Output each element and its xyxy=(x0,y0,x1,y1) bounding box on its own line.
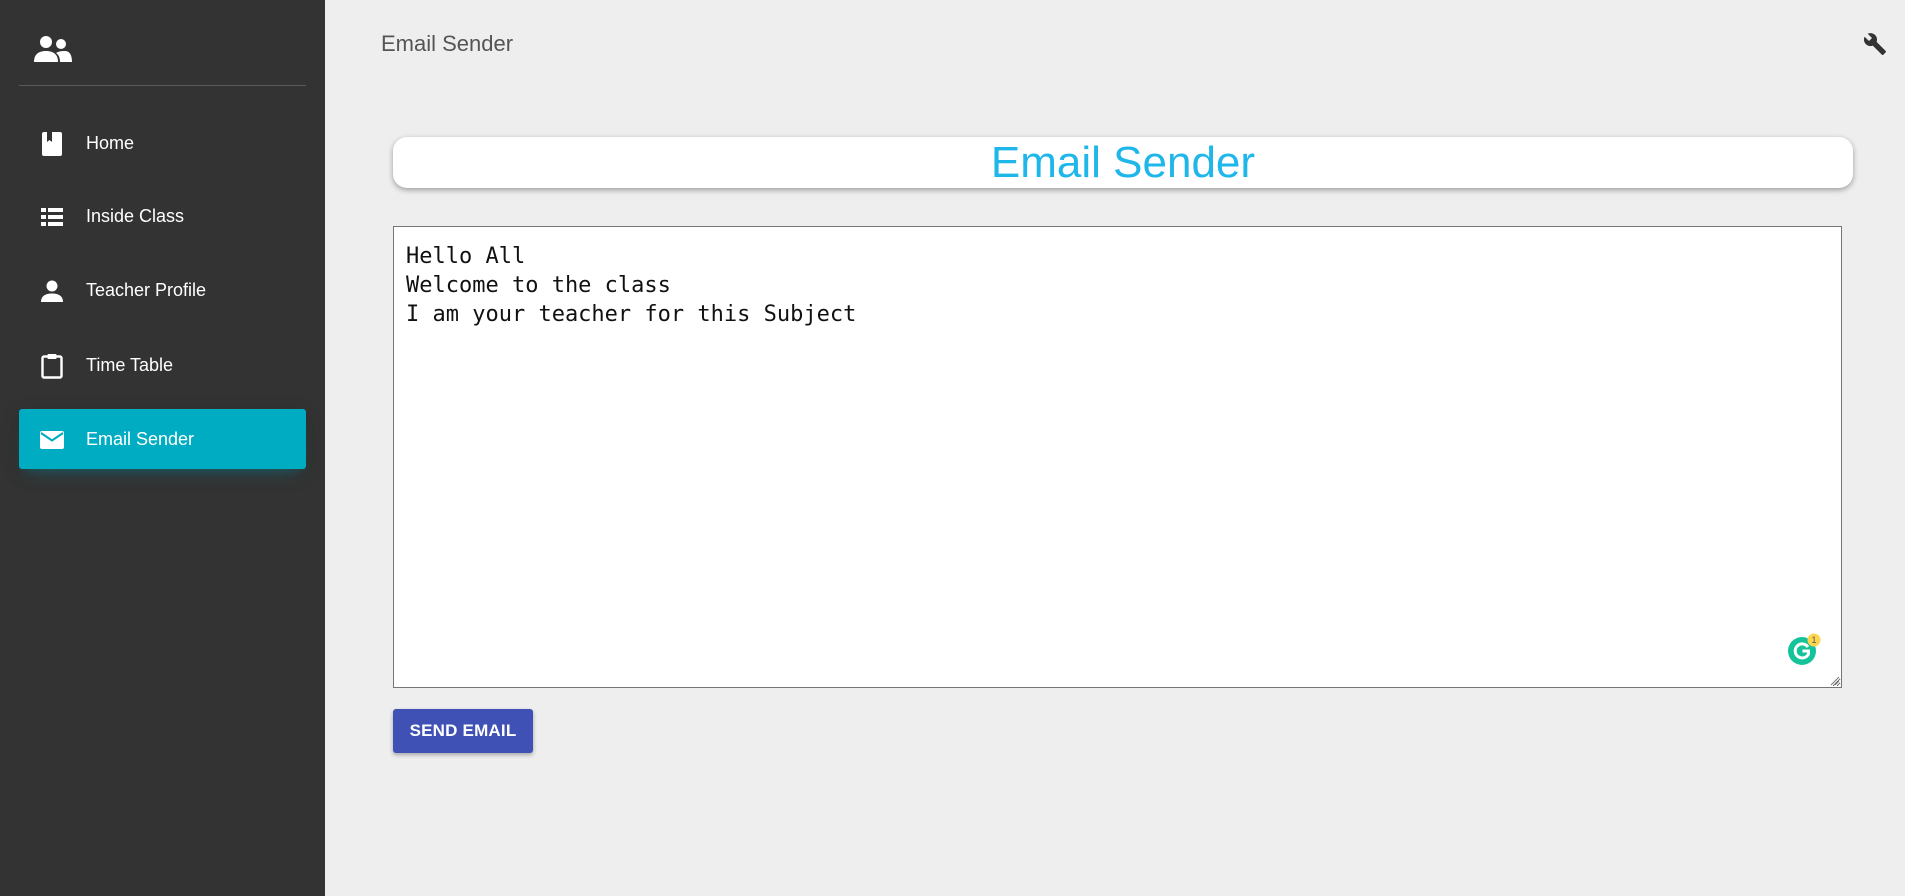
sidebar-item-home[interactable]: Home xyxy=(19,113,306,173)
people-icon xyxy=(34,36,72,62)
sidebar-item-label: Inside Class xyxy=(86,206,185,226)
email-message-textarea[interactable]: Hello All Welcome to the class I am your… xyxy=(393,226,1842,688)
page-title: Email Sender xyxy=(381,31,514,56)
sidebar: Home Inside Class Teacher Profile Time T… xyxy=(0,0,325,896)
person-icon xyxy=(41,280,63,302)
send-email-button[interactable]: SEND EMAIL xyxy=(393,709,533,753)
sidebar-item-time-table[interactable]: Time Table xyxy=(19,335,306,395)
sidebar-item-label: Email Sender xyxy=(86,429,195,449)
email-sender-header: Email Sender xyxy=(393,137,1853,188)
sidebar-logo xyxy=(19,18,306,86)
message-line: Hello All xyxy=(406,244,526,269)
grammarly-icon[interactable]: 1 xyxy=(1787,633,1821,667)
grammarly-badge-count: 1 xyxy=(1811,635,1816,645)
message-line: I am your teacher for this Subject xyxy=(406,302,857,327)
message-line: Welcome to the class xyxy=(406,273,671,298)
sidebar-item-label: Home xyxy=(86,133,135,153)
sidebar-item-teacher-profile[interactable]: Teacher Profile xyxy=(19,260,306,320)
sidebar-item-label: Time Table xyxy=(86,355,174,375)
sidebar-item-email-sender[interactable]: Email Sender xyxy=(19,409,306,469)
mail-icon xyxy=(40,431,64,449)
list-icon xyxy=(41,208,63,226)
sidebar-item-inside-class[interactable]: Inside Class xyxy=(19,186,306,246)
book-icon xyxy=(42,132,62,156)
wrench-icon[interactable] xyxy=(1863,32,1887,56)
clipboard-icon xyxy=(41,354,63,379)
header-title: Email Sender xyxy=(990,138,1256,187)
resize-handle-icon[interactable] xyxy=(1828,674,1840,686)
sidebar-item-label: Teacher Profile xyxy=(86,280,207,300)
